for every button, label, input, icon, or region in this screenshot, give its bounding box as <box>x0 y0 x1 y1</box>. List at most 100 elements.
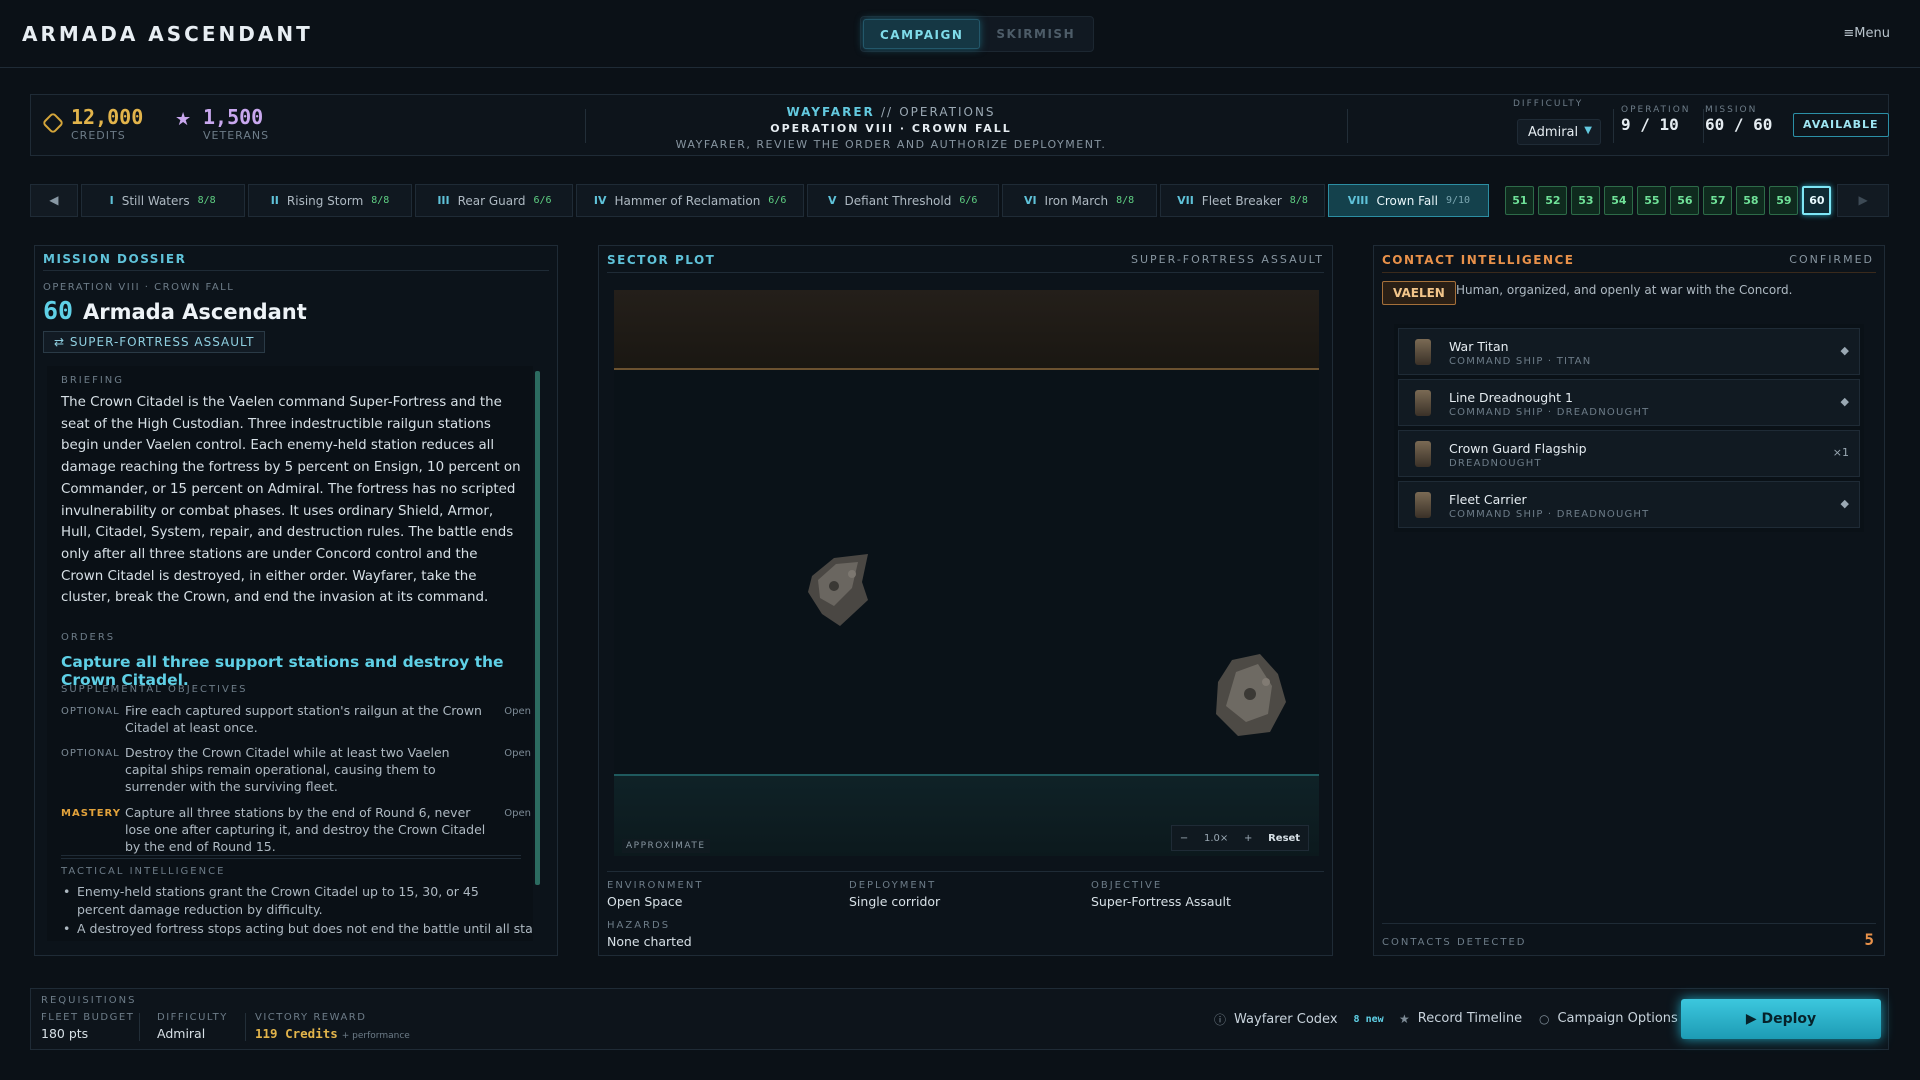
tactical-label: TACTICAL INTELLIGENCE <box>61 866 226 877</box>
status-badge: AVAILABLE <box>1793 113 1889 137</box>
info-icon: ⓘ <box>1214 1013 1227 1027</box>
mission-dossier-panel: MISSION DOSSIER OPERATION VIII · CROWN F… <box>34 245 558 956</box>
contact-intelligence-panel: CONTACT INTELLIGENCE CONFIRMED VAELEN Hu… <box>1373 245 1885 956</box>
deploy-button[interactable]: ▶ Deploy <box>1681 999 1881 1039</box>
mission-button[interactable]: 54 <box>1604 186 1634 215</box>
dossier-scrollbar[interactable] <box>535 371 540 885</box>
approximate-label: APPROXIMATE <box>622 839 710 853</box>
ship-icon <box>1415 339 1431 365</box>
contact-row[interactable]: Crown Guard Flagship DREADNOUGHT ×1 <box>1398 430 1860 477</box>
zoom-in-button[interactable]: + <box>1244 833 1252 844</box>
ship-icon <box>1415 390 1431 416</box>
operation-subtitle: OPERATION VIII · CROWN FALL <box>43 282 235 293</box>
requisitions-bar: REQUISITIONS FLEET BUDGET 180 pts DIFFICU… <box>30 988 1889 1050</box>
ship-icon <box>1415 441 1431 467</box>
mission-button[interactable]: 56 <box>1670 186 1700 215</box>
credits-value: 12,000 <box>71 105 144 129</box>
chapter-tab[interactable]: VII Fleet Breaker 8/8 <box>1159 184 1326 217</box>
ship-icon <box>1415 492 1431 518</box>
chapter-tab[interactable]: I Still Waters 8/8 <box>80 184 245 217</box>
chapter-tab[interactable]: VI Iron March 8/8 <box>1001 184 1157 217</box>
operation-stat: OPERATION 9 / 10 <box>1621 105 1691 134</box>
chapter-tab[interactable]: IV Hammer of Reclamation 6/6 <box>576 184 804 217</box>
reset-button[interactable]: Reset <box>1268 833 1300 844</box>
chapter-tab-active[interactable]: VIII Crown Fall 9/10 <box>1328 184 1490 217</box>
contacts-detected-label: CONTACTS DETECTED <box>1382 937 1527 948</box>
divider <box>43 270 549 271</box>
objective-item: OPTIONAL Destroy the Crown Citadel while … <box>61 745 531 794</box>
tab-skirmish[interactable]: SKIRMISH <box>980 19 1091 49</box>
command-marker-icon: ◆ <box>1840 395 1849 408</box>
contacts-detected-count: 5 <box>1864 930 1874 949</box>
divider <box>1703 109 1704 143</box>
mission-button-selected[interactable]: 60 <box>1802 186 1832 215</box>
zoom-level: 1.0× <box>1203 832 1229 844</box>
panel-heading: SECTOR PLOT <box>607 253 716 267</box>
chapter-row: ◀ I Still Waters 8/8 II Rising Storm 8/8 III… <box>30 184 1889 217</box>
record-timeline-link[interactable]: ★ Record Timeline <box>1399 1011 1522 1026</box>
codex-link[interactable]: ⓘ Wayfarer Codex 8 new <box>1214 1011 1384 1028</box>
zoom-out-button[interactable]: − <box>1180 833 1188 844</box>
supplemental-label: SUPPLEMENTAL OBJECTIVES <box>61 684 248 695</box>
app-title: ARMADA ASCENDANT <box>22 22 313 46</box>
operation-instruction: WAYFARER, REVIEW THE ORDER AND AUTHORIZE… <box>675 138 1107 151</box>
play-icon: ▶ <box>1745 1011 1762 1027</box>
contact-list: War Titan COMMAND SHIP · TITAN ◆ Line Drea… <box>1394 324 1864 532</box>
count-badge: ×1 <box>1832 446 1849 459</box>
mission-stat: MISSION 60 / 60 <box>1705 105 1773 134</box>
chapter-next-button[interactable]: ▶ <box>1837 184 1889 217</box>
veterans-label: VETERANS <box>203 129 270 142</box>
difficulty-select[interactable]: Admiral ▼ <box>1517 119 1601 145</box>
brand-label: WAYFARER <box>786 105 875 119</box>
mission-name: Armada Ascendant <box>83 300 307 324</box>
divider <box>585 109 586 143</box>
mission-button[interactable]: 52 <box>1538 186 1568 215</box>
mission-number: 60 <box>43 296 74 325</box>
chapter-tab[interactable]: V Defiant Threshold 6/6 <box>806 184 999 217</box>
campaign-options-link[interactable]: ○ Campaign Options <box>1539 1011 1678 1026</box>
header-sep: // <box>880 105 894 119</box>
credits-label: CREDITS <box>71 129 126 142</box>
command-marker-icon: ◆ <box>1840 344 1849 357</box>
chapter-tab[interactable]: III Rear Guard 6/6 <box>415 184 574 217</box>
contact-row[interactable]: Line Dreadnought 1 COMMAND SHIP · DREADNO… <box>1398 379 1860 426</box>
menu-button[interactable]: ≡Menu <box>1843 26 1890 41</box>
divider <box>1613 109 1614 143</box>
panel-heading: CONTACT INTELLIGENCE <box>1382 253 1575 267</box>
faction-description: Human, organized, and openly at war with… <box>1456 283 1793 297</box>
deployment-meta: DEPLOYMENT Single corridor <box>849 880 941 909</box>
resource-bar: c 12,000 CREDITS ★ 1,500 VETERANS WAYFAR… <box>30 94 1889 156</box>
operations-header: WAYFARER // OPERATIONS OPERATION VIII · … <box>591 105 1191 151</box>
mission-button[interactable]: 55 <box>1637 186 1667 215</box>
star-icon: ★ <box>1399 1011 1410 1026</box>
asteroid-icon <box>1216 654 1286 736</box>
section-label: OPERATIONS <box>899 105 996 119</box>
mission-selector: 51 52 53 54 55 56 57 58 59 60 <box>1505 184 1832 217</box>
chapter-prev-button[interactable]: ◀ <box>30 184 78 217</box>
tab-campaign[interactable]: CAMPAIGN <box>863 19 981 49</box>
mission-type-tag: ⇄ SUPER-FORTRESS ASSAULT <box>43 331 266 353</box>
briefing-label: BRIEFING <box>61 375 125 386</box>
environment-meta: ENVIRONMENT Open Space <box>607 880 704 909</box>
mission-button[interactable]: 53 <box>1571 186 1601 215</box>
victory-reward: VICTORY REWARD 119 Credits + performance <box>255 1012 410 1041</box>
sector-map[interactable]: APPROXIMATE − 1.0× + Reset <box>614 290 1319 856</box>
objective-meta: OBJECTIVE Super-Fortress Assault <box>1091 880 1231 909</box>
mission-button[interactable]: 58 <box>1736 186 1766 215</box>
command-marker-icon: ◆ <box>1840 497 1849 510</box>
tactical-item: A destroyed fortress stops acting but do… <box>61 920 533 938</box>
new-badge: 8 new <box>1353 1014 1384 1025</box>
hazards-meta: HAZARDS None charted <box>607 920 692 949</box>
tactical-item: Enemy-held stations grant the Crown Cita… <box>61 883 523 919</box>
mission-button[interactable]: 51 <box>1505 186 1535 215</box>
credits-icon: c <box>41 111 65 135</box>
zoom-controls: − 1.0× + Reset <box>1171 825 1309 851</box>
mission-progress: 60 / 60 <box>1705 115 1773 134</box>
mission-button[interactable]: 57 <box>1703 186 1733 215</box>
gear-icon: ○ <box>1539 1011 1550 1026</box>
contact-row[interactable]: War Titan COMMAND SHIP · TITAN ◆ <box>1398 328 1860 375</box>
contact-row[interactable]: Fleet Carrier COMMAND SHIP · DREADNOUGHT ◆ <box>1398 481 1860 528</box>
mission-button[interactable]: 59 <box>1769 186 1799 215</box>
contact-status: CONFIRMED <box>1789 253 1874 266</box>
chapter-tab[interactable]: II Rising Storm 8/8 <box>247 184 413 217</box>
